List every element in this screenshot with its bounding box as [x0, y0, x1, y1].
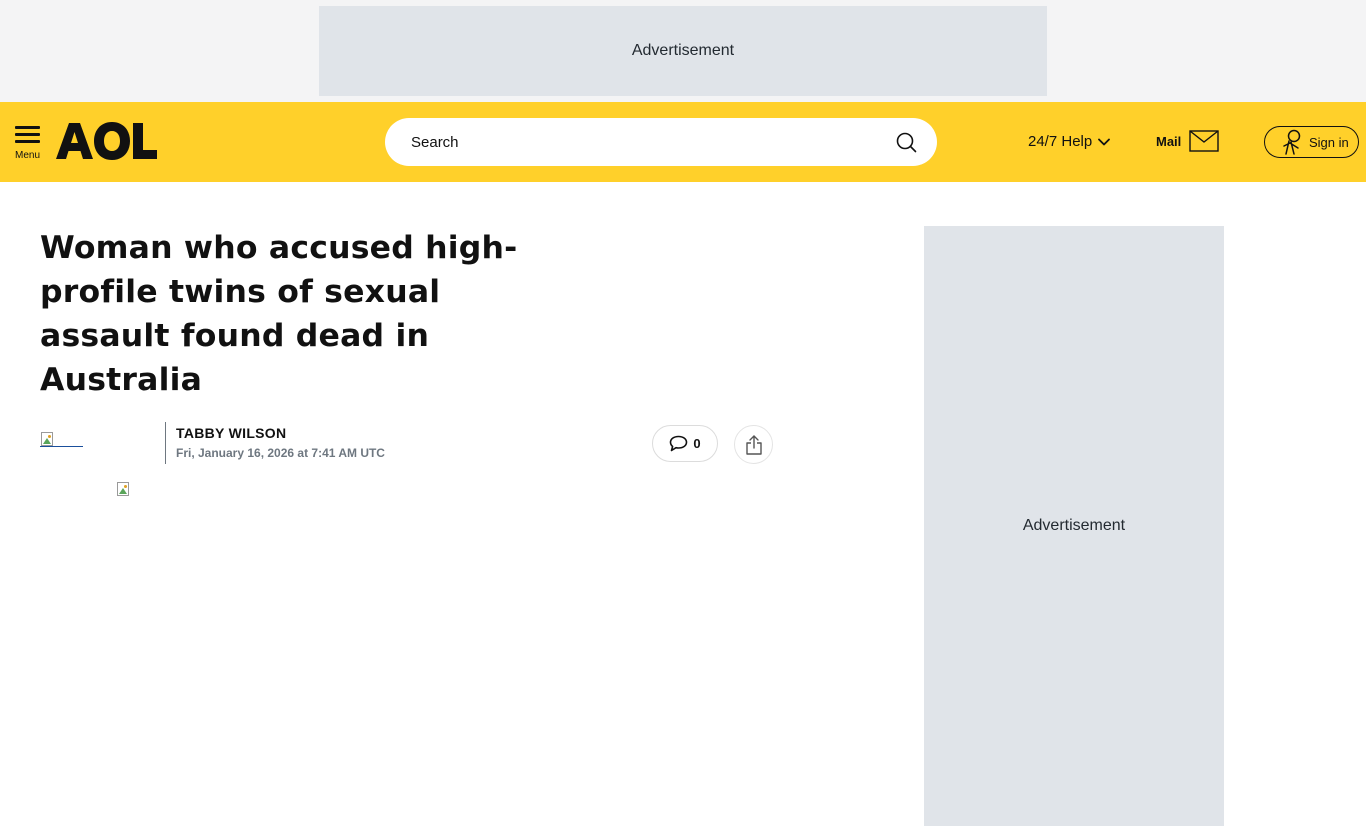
- aol-logo-icon: [56, 122, 157, 160]
- top-ad-label: Advertisement: [631, 42, 735, 59]
- byline-divider: [165, 422, 166, 464]
- site-header: Menu 24/7 Help Mail Sign in: [0, 102, 1366, 182]
- article-headline: Woman who accused high-profile twins of …: [40, 230, 518, 398]
- search-icon[interactable]: [895, 131, 917, 153]
- search-bar: [385, 118, 937, 166]
- help-label: 24/7 Help: [1028, 133, 1093, 150]
- comment-count: 0: [693, 436, 701, 451]
- search-input[interactable]: [411, 118, 881, 166]
- article-image: [116, 482, 132, 498]
- publish-date: Fri, January 16, 2026 at 7:41 AM UTC: [176, 446, 385, 460]
- top-ad-band: Advertisement: [0, 0, 1366, 102]
- broken-image-icon: [40, 432, 56, 448]
- mail-label: Mail: [1156, 133, 1182, 149]
- mail-link[interactable]: Mail: [1156, 130, 1219, 152]
- author-name[interactable]: TABBY WILSON: [176, 425, 286, 441]
- menu-label: Menu: [15, 150, 41, 161]
- sign-in-button[interactable]: Sign in: [1264, 126, 1359, 158]
- share-button[interactable]: [734, 425, 773, 464]
- menu-button[interactable]: Menu: [15, 126, 41, 164]
- sign-in-label: Sign in: [1309, 134, 1349, 150]
- comment-icon: [670, 435, 688, 452]
- sidebar-advertisement[interactable]: Advertisement: [924, 226, 1224, 826]
- author-avatar[interactable]: [40, 432, 83, 447]
- comments-button[interactable]: 0: [652, 425, 718, 462]
- chevron-down-icon: [1098, 138, 1111, 145]
- help-dropdown[interactable]: 24/7 Help: [1028, 133, 1111, 150]
- user-icon: [1283, 129, 1301, 155]
- top-advertisement[interactable]: Advertisement: [319, 6, 1047, 96]
- mail-icon: [1189, 130, 1219, 152]
- share-icon: [745, 434, 762, 455]
- aol-logo[interactable]: [56, 122, 158, 165]
- side-ad-label: Advertisement: [1022, 517, 1126, 534]
